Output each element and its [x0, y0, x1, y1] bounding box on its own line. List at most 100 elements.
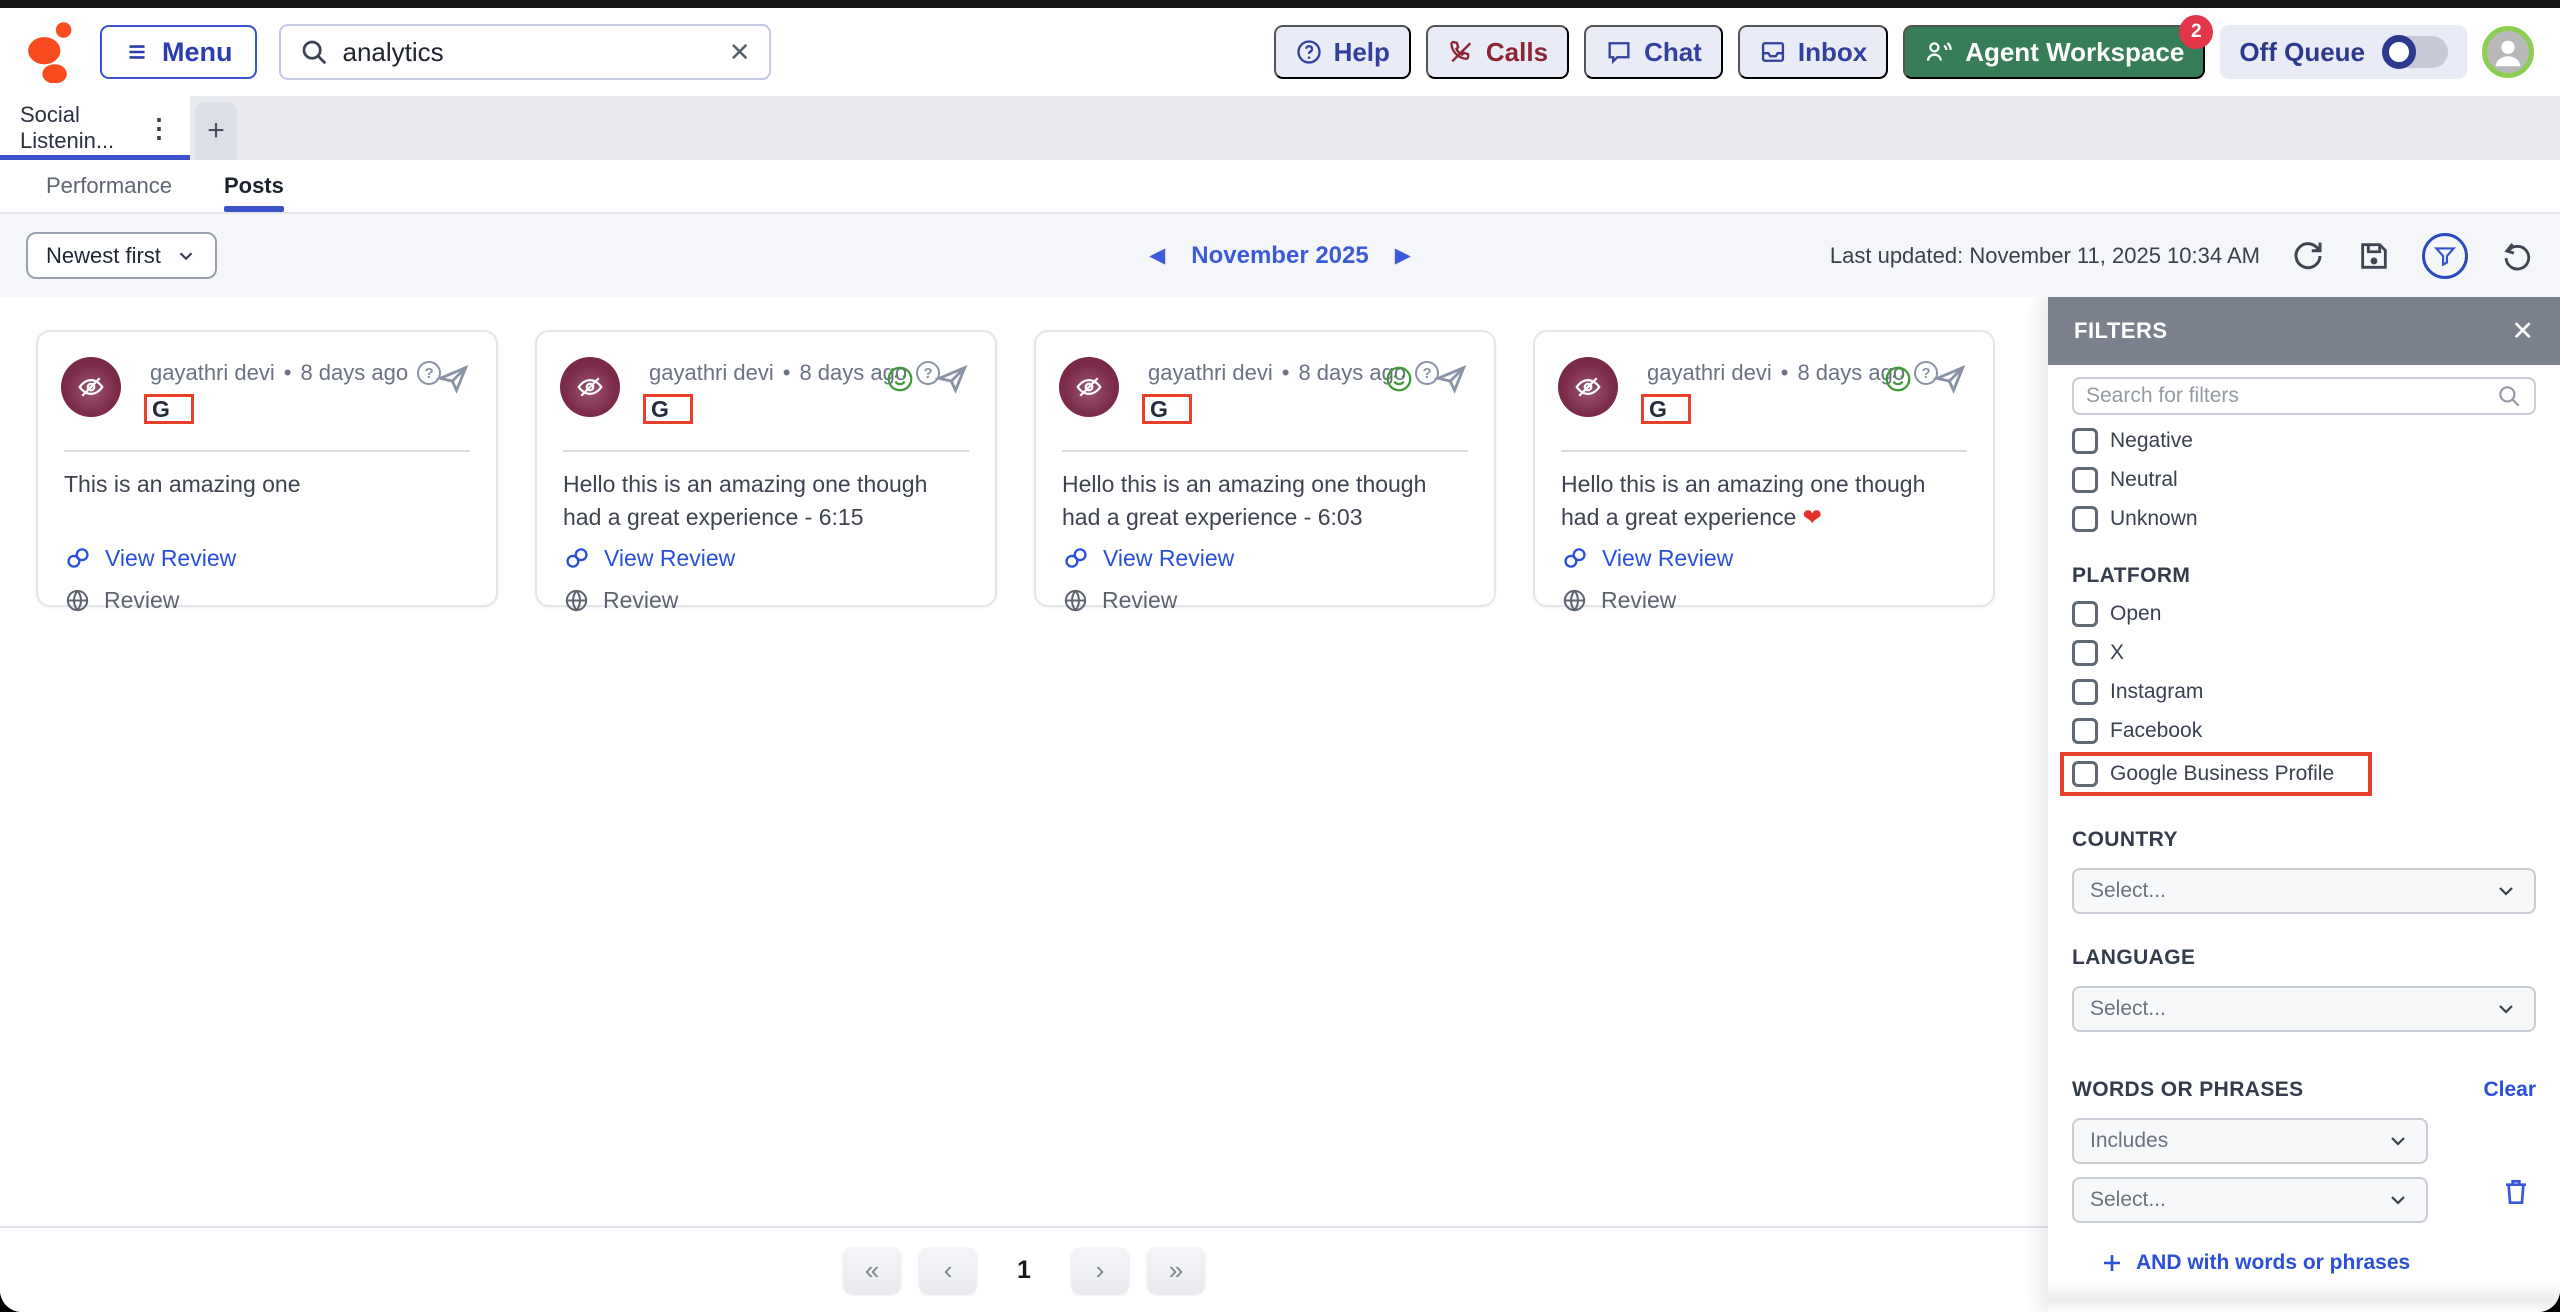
- card-divider: [1062, 450, 1468, 452]
- checkbox-instagram[interactable]: Instagram: [2072, 679, 2536, 705]
- checkbox-facebook[interactable]: Facebook: [2072, 718, 2536, 744]
- workspace-tab-strip: Social Listenin... ⋮ +: [0, 96, 2560, 160]
- scroll-shadow: [2048, 1281, 2560, 1312]
- menu-button[interactable]: Menu: [100, 25, 257, 79]
- tab-posts[interactable]: Posts: [224, 160, 284, 212]
- checkbox-unknown[interactable]: Unknown: [2072, 506, 2536, 532]
- checkbox-negative[interactable]: Negative: [2072, 428, 2536, 454]
- google-platform-icon-highlighted: G: [1641, 394, 1691, 424]
- send-message-icon[interactable]: [935, 362, 969, 396]
- checkbox-icon[interactable]: [2072, 506, 2098, 532]
- filters-panel: FILTERS ✕ Negative Neutral: [2048, 297, 2560, 1312]
- checkbox-icon[interactable]: [2072, 718, 2098, 744]
- tab-menu-kebab-icon[interactable]: ⋮: [142, 113, 176, 144]
- card-divider: [1561, 450, 1967, 452]
- globe-icon: [1561, 587, 1588, 614]
- post-text: This is an amazing one: [64, 468, 470, 534]
- link-icon: [64, 544, 92, 572]
- agent-workspace-button[interactable]: Agent Workspace 2: [1903, 25, 2205, 79]
- posts-tab-underline: [224, 206, 284, 212]
- checkbox-open[interactable]: Open: [2072, 601, 2536, 627]
- words-section-title: WORDS OR PHRASES: [2072, 1078, 2304, 1102]
- filters-panel-header: FILTERS ✕: [2048, 297, 2560, 365]
- country-select[interactable]: Select...: [2072, 868, 2536, 914]
- help-button[interactable]: Help: [1274, 25, 1411, 79]
- filter-icon[interactable]: [2422, 233, 2468, 279]
- post-card: gayathri devi • 8 days ago ? G Hello thi…: [1533, 330, 1995, 607]
- checkbox-icon[interactable]: [2072, 761, 2098, 787]
- checkbox-x[interactable]: X: [2072, 640, 2536, 666]
- view-review-link[interactable]: View Review: [1062, 544, 1468, 572]
- help-icon: [1295, 38, 1323, 66]
- positive-sentiment-icon[interactable]: [1384, 364, 1414, 394]
- review-type-label: Review: [563, 587, 969, 614]
- reset-undo-icon[interactable]: [2498, 238, 2534, 274]
- delete-phrase-icon[interactable]: [2500, 1176, 2532, 1208]
- previous-page-button[interactable]: ‹: [919, 1247, 977, 1294]
- post-card: gayathri devi • 8 days ago ? G This is a…: [36, 330, 498, 607]
- view-review-link[interactable]: View Review: [64, 544, 470, 572]
- app-window: Menu ✕ Help Calls Chat Inbox: [0, 0, 2560, 1312]
- post-avatar-hidden-icon: [560, 357, 620, 417]
- top-navigation-bar: Menu ✕ Help Calls Chat Inbox: [0, 8, 2560, 96]
- os-top-strip: [0, 0, 2560, 8]
- filter-search[interactable]: [2072, 377, 2536, 415]
- checkbox-icon[interactable]: [2072, 640, 2098, 666]
- tab-social-listening[interactable]: Social Listenin... ⋮: [0, 96, 190, 160]
- search-input[interactable]: [343, 37, 715, 68]
- close-icon[interactable]: ✕: [2511, 318, 2534, 345]
- checkbox-icon[interactable]: [2072, 428, 2098, 454]
- checkbox-google-business-profile[interactable]: Google Business Profile: [2072, 761, 2334, 787]
- post-text: Hello this is an amazing one though had …: [563, 468, 969, 534]
- queue-toggle[interactable]: [2382, 36, 2448, 68]
- next-month-icon[interactable]: ▶: [1395, 243, 1411, 268]
- current-page-number: 1: [1017, 1256, 1031, 1285]
- last-page-button[interactable]: »: [1147, 1247, 1205, 1294]
- view-review-link[interactable]: View Review: [1561, 544, 1967, 572]
- sort-dropdown[interactable]: Newest first: [26, 232, 217, 279]
- inbox-button[interactable]: Inbox: [1738, 25, 1888, 79]
- chevron-down-icon: [2494, 997, 2518, 1021]
- phone-muted-icon: [1447, 38, 1475, 66]
- google-platform-icon-highlighted: G: [643, 394, 693, 424]
- condition-select[interactable]: Includes: [2072, 1118, 2428, 1164]
- language-select[interactable]: Select...: [2072, 986, 2536, 1032]
- filter-search-input[interactable]: [2086, 384, 2496, 408]
- posts-toolbar: Newest first ◀ November 2025 ▶ Last upda…: [0, 214, 2560, 297]
- refresh-icon[interactable]: [2290, 238, 2326, 274]
- next-page-button[interactable]: ›: [1071, 1247, 1129, 1294]
- language-section-title: LANGUAGE: [2072, 946, 2536, 970]
- previous-month-icon[interactable]: ◀: [1149, 243, 1165, 268]
- tab-performance[interactable]: Performance: [46, 160, 172, 212]
- calls-button[interactable]: Calls: [1426, 25, 1569, 79]
- positive-sentiment-icon[interactable]: [1883, 364, 1913, 394]
- view-subtabs: Performance Posts: [0, 160, 2560, 214]
- send-message-icon[interactable]: [436, 362, 470, 396]
- checkbox-icon[interactable]: [2072, 679, 2098, 705]
- clear-search-icon[interactable]: ✕: [729, 39, 751, 65]
- words-select[interactable]: Select...: [2072, 1177, 2428, 1223]
- first-page-button[interactable]: «: [843, 1247, 901, 1294]
- global-search[interactable]: ✕: [279, 24, 771, 80]
- add-tab-button[interactable]: +: [195, 102, 237, 160]
- user-avatar[interactable]: [2482, 26, 2534, 78]
- chat-button[interactable]: Chat: [1584, 25, 1723, 79]
- checkbox-icon[interactable]: [2072, 601, 2098, 627]
- positive-sentiment-icon[interactable]: [885, 364, 915, 394]
- post-card-list: gayathri devi • 8 days ago ? G This is a…: [0, 297, 2048, 1228]
- send-message-icon[interactable]: [1933, 362, 1967, 396]
- checkbox-icon[interactable]: [2072, 467, 2098, 493]
- view-review-link[interactable]: View Review: [563, 544, 969, 572]
- post-author: gayathri devi: [1148, 360, 1273, 386]
- checkbox-neutral[interactable]: Neutral: [2072, 467, 2536, 493]
- send-message-icon[interactable]: [1434, 362, 1468, 396]
- toggle-knob: [2382, 35, 2416, 69]
- card-divider: [563, 450, 969, 452]
- and-words-button[interactable]: AND with words or phrases: [2100, 1251, 2536, 1275]
- clear-words-link[interactable]: Clear: [2483, 1078, 2536, 1102]
- save-view-icon[interactable]: [2356, 238, 2392, 274]
- chat-bubble-icon: [1605, 38, 1633, 66]
- month-label[interactable]: November 2025: [1191, 242, 1368, 270]
- inbox-icon: [1759, 38, 1787, 66]
- month-navigation: ◀ November 2025 ▶: [1149, 242, 1411, 270]
